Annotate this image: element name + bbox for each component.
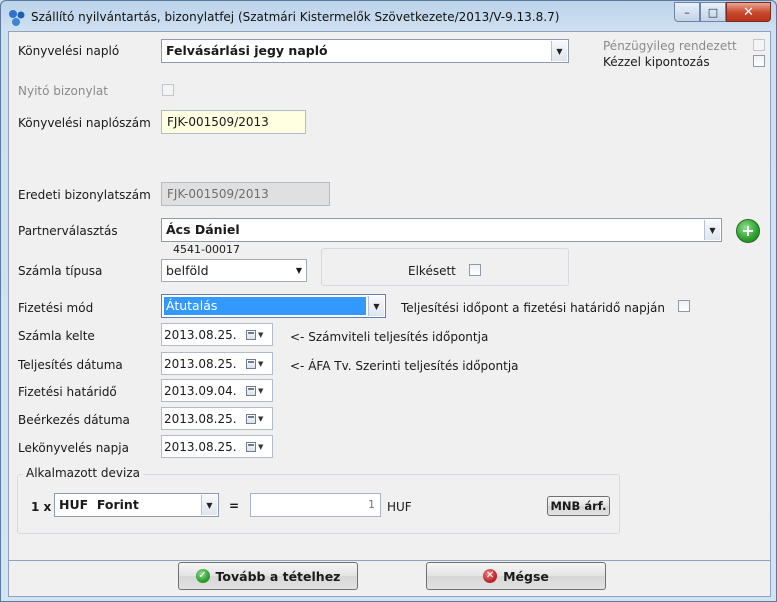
elkesett-label: Elkésett <box>408 264 456 278</box>
kezzel-kipontozas-checkbox[interactable] <box>753 55 765 67</box>
szamla-kelte-datepicker[interactable]: 2013.08.25. ▼ <box>161 323 273 346</box>
fizetesi-hatarido-value: 2013.09.04. <box>164 384 237 398</box>
naploszam-field[interactable]: FJK-001509/2013 <box>161 110 306 134</box>
add-partner-button[interactable]: + <box>736 219 760 243</box>
deviza-group-label: Alkalmazott deviza <box>23 466 143 480</box>
chevron-down-icon[interactable]: ▼ <box>201 495 217 515</box>
penzugyileg-rendezett-label: Pénzügyileg rendezett <box>603 39 737 53</box>
chevron-down-icon[interactable]: ▼ <box>704 220 720 240</box>
eredeti-bizonylatszam-label: Eredeti bizonylatszám <box>18 188 151 202</box>
beerkezes-datuma-label: Beérkezés dátuma <box>18 413 130 427</box>
teljesites-datuma-datepicker[interactable]: 2013.08.25. ▼ <box>161 352 273 375</box>
fizetesi-mod-value: Átutalás <box>166 298 218 313</box>
fizetesi-mod-label: Fizetési mód <box>18 301 94 315</box>
szamla-kelte-value: 2013.08.25. <box>164 328 237 342</box>
teljesites-datuma-value: 2013.08.25. <box>164 357 237 371</box>
szamla-kelte-label: Számla kelte <box>18 329 95 343</box>
konyvelesi-naplo-select[interactable]: Felvásárlási jegy napló ▼ <box>161 39 569 63</box>
window-title: Szállító nyilvántartás, bizonylatfej (Sz… <box>31 10 560 24</box>
check-icon: ✓ <box>195 569 210 583</box>
lekonyveles-napja-datepicker[interactable]: 2013.08.25. ▼ <box>161 435 273 458</box>
penzugyileg-rendezett-checkbox[interactable] <box>753 39 765 51</box>
dialog-window: Szállító nyilvántartás, bizonylatfej (Sz… <box>0 0 777 602</box>
lekonyveles-napja-label: Lekönyvelés napja <box>18 441 129 455</box>
rate-value: 1 <box>368 498 375 511</box>
fizetesi-hatarido-label: Fizetési határidő <box>18 385 117 399</box>
partner-label: Partnerválasztás <box>18 224 118 238</box>
plus-icon: + <box>741 221 755 240</box>
beerkezes-datuma-datepicker[interactable]: 2013.08.25. ▼ <box>161 407 273 430</box>
chevron-down-icon[interactable]: ▼ <box>296 266 302 275</box>
szamla-tipusa-value: belföld <box>166 263 209 278</box>
equals-sign: = <box>229 499 240 513</box>
currency-select[interactable]: HUF Forint ▼ <box>54 493 219 517</box>
calendar-icon[interactable]: ▼ <box>246 411 270 426</box>
kezzel-kipontozas-label: Kézzel kipontozás <box>603 55 710 69</box>
szamla-tipusa-select[interactable]: belföld ▼ <box>161 259 307 282</box>
maximize-icon: □ <box>707 5 719 19</box>
teljesites-note: <- ÁFA Tv. Szerinti teljesítés időpontja <box>290 359 519 373</box>
nyito-bizonylat-checkbox[interactable] <box>162 84 174 96</box>
calendar-icon[interactable]: ▼ <box>246 439 270 454</box>
eredeti-bizonylatszam-field[interactable]: FJK-001509/2013 <box>161 182 330 206</box>
konyvelesi-naplo-value: Felvásárlási jegy napló <box>166 43 328 58</box>
form-area: Könyvelési napló Felvásárlási jegy napló… <box>8 31 771 561</box>
megse-button[interactable]: ✕ Mégse <box>426 562 606 590</box>
minimize-icon: – <box>684 5 690 19</box>
calendar-icon[interactable]: ▼ <box>246 356 270 371</box>
teljesites-datuma-label: Teljesítés dátuma <box>18 358 123 372</box>
close-icon: ✕ <box>743 4 754 20</box>
fizetesi-hatarido-datepicker[interactable]: 2013.09.04. ▼ <box>161 379 273 402</box>
megse-label: Mégse <box>503 568 549 584</box>
mnb-rate-button[interactable]: MNB árf. <box>547 496 610 516</box>
nyito-bizonylat-label: Nyitó bizonylat <box>18 84 108 98</box>
partner-select[interactable]: Ács Dániel ▼ <box>161 218 722 242</box>
footer-bar: ✓ Tovább a tételhez ✕ Mégse <box>8 560 771 597</box>
title-bar[interactable]: Szállító nyilvántartás, bizonylatfej (Sz… <box>1 1 776 31</box>
tovabb-button[interactable]: ✓ Tovább a tételhez <box>178 562 358 590</box>
maximize-button[interactable]: □ <box>700 2 726 22</box>
rate-input[interactable]: 1 <box>250 493 381 517</box>
calendar-icon[interactable]: ▼ <box>246 383 270 398</box>
partner-value: Ács Dániel <box>166 222 240 237</box>
chevron-down-icon[interactable]: ▼ <box>368 296 384 316</box>
beerkezes-datuma-value: 2013.08.25. <box>164 412 237 426</box>
calendar-icon[interactable]: ▼ <box>246 327 270 342</box>
fizetesi-mod-select[interactable]: Átutalás ▼ <box>161 294 386 318</box>
naploszam-label: Könyvelési naplószám <box>18 116 151 130</box>
rate-unit: HUF <box>387 500 412 514</box>
mnb-rate-label: MNB árf. <box>550 499 607 513</box>
close-button[interactable]: ✕ <box>726 2 771 22</box>
cancel-icon: ✕ <box>483 569 498 583</box>
currency-value: HUF Forint <box>59 497 139 512</box>
teljesitesi-hatarido-label: Teljesítési időpont a fizetési határidő … <box>401 301 665 315</box>
tovabb-label: Tovább a tételhez <box>215 568 341 584</box>
szamla-kelte-note: <- Számviteli teljesítés időpontja <box>290 330 489 344</box>
szamla-tipusa-label: Számla típusa <box>18 264 103 278</box>
deviza-multiplier: 1 x <box>31 500 52 514</box>
konyvelesi-naplo-label: Könyvelési napló <box>18 44 120 58</box>
minimize-button[interactable]: – <box>674 2 700 22</box>
lekonyveles-napja-value: 2013.08.25. <box>164 440 237 454</box>
chevron-down-icon[interactable]: ▼ <box>551 41 567 61</box>
elkesett-checkbox[interactable] <box>469 264 481 276</box>
partner-code: 4541-00017 <box>173 243 240 256</box>
app-icon <box>9 10 25 26</box>
teljesitesi-hatarido-checkbox[interactable] <box>678 300 690 312</box>
